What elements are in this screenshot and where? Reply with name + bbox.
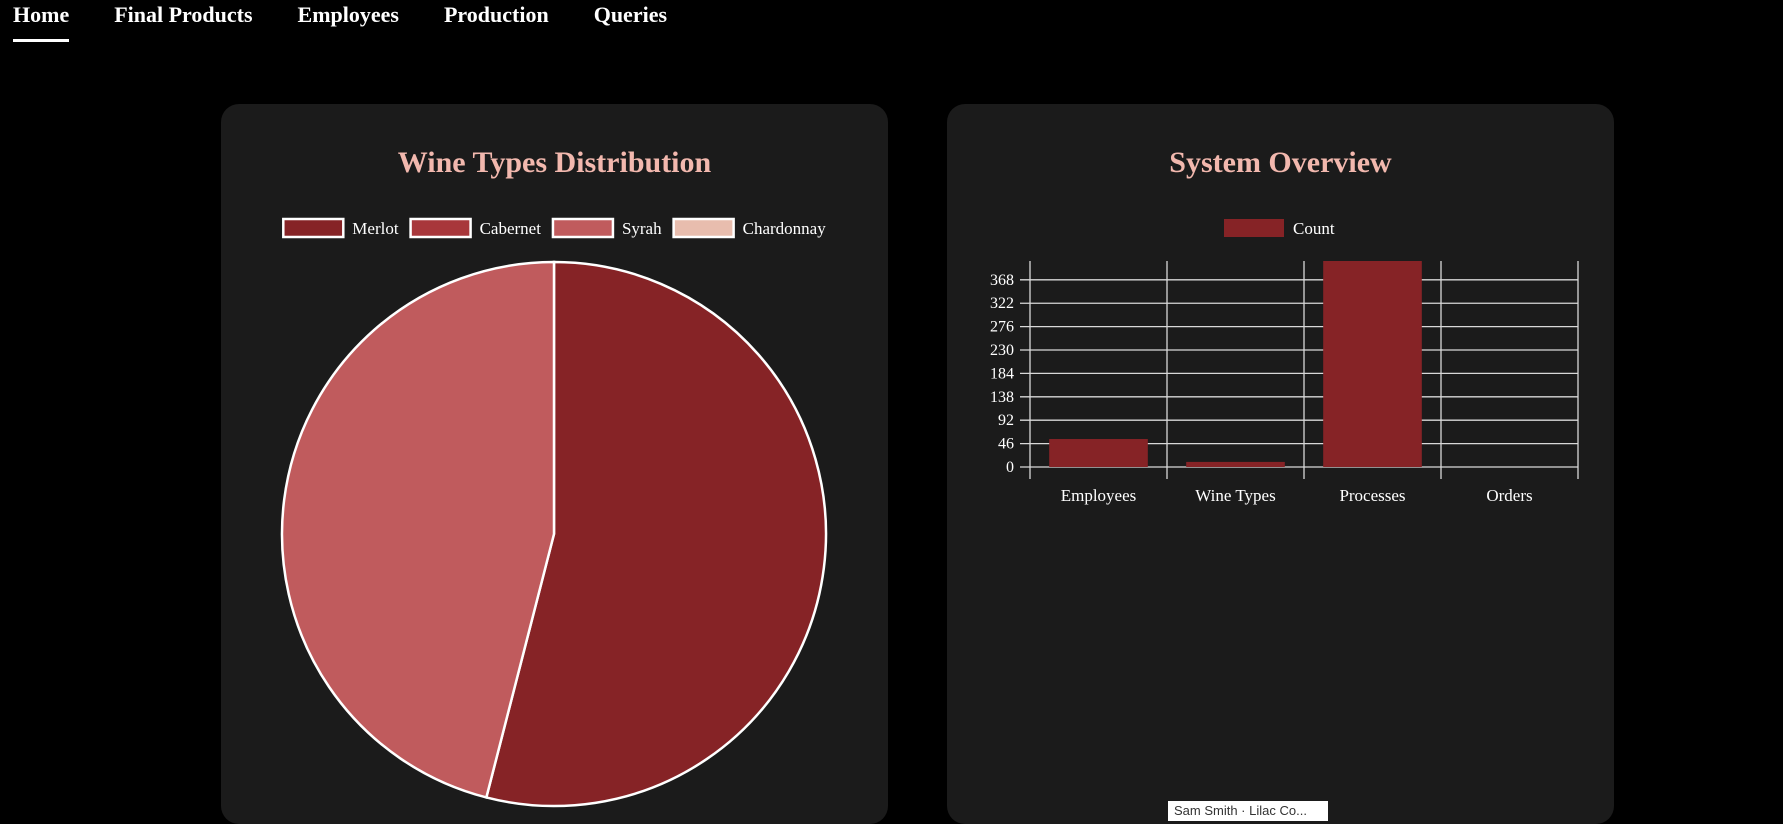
x-tick-label-processes: Processes bbox=[1339, 486, 1405, 505]
hover-tooltip: Sam Smith · Lilac Co... bbox=[1168, 801, 1328, 821]
legend-swatch-count bbox=[1224, 219, 1284, 237]
legend-label-merlot: Merlot bbox=[352, 219, 399, 238]
legend-swatch-cabernet bbox=[409, 217, 472, 239]
legend-swatch-syrah bbox=[551, 217, 615, 239]
bar-processes bbox=[1323, 261, 1422, 467]
bar-employees bbox=[1049, 439, 1148, 467]
wine-types-card: Wine Types Distribution Merlot Cabernet Sy… bbox=[221, 104, 888, 824]
x-tick-label-orders: Orders bbox=[1486, 486, 1532, 505]
bar-wine-types bbox=[1186, 461, 1285, 467]
legend-label-count: Count bbox=[1293, 219, 1335, 238]
legend-label-chardonnay: Chardonnay bbox=[743, 219, 827, 238]
legend-swatch-merlot bbox=[282, 217, 345, 239]
nav-home[interactable]: Home bbox=[13, 0, 70, 42]
y-tick-label: 184 bbox=[990, 365, 1014, 382]
system-overview-card: System Overview Count 0 46 92 138 184 230 276 32… bbox=[947, 104, 1614, 824]
nav-final-products[interactable]: Final Products bbox=[114, 0, 252, 40]
nav-queries[interactable]: Queries bbox=[594, 0, 667, 40]
y-tick-label: 0 bbox=[1006, 459, 1014, 476]
system-overview-bar-chart: Count 0 46 92 138 184 230 276 322 368 Employees Win… bbox=[990, 219, 1579, 505]
x-tick-label-employees: Employees bbox=[1061, 486, 1137, 505]
y-tick-label: 46 bbox=[998, 436, 1014, 453]
y-tick-label: 230 bbox=[990, 342, 1014, 359]
y-tick-label: 322 bbox=[990, 295, 1014, 312]
y-tick-label: 92 bbox=[998, 412, 1014, 429]
nav-production[interactable]: Production bbox=[444, 0, 549, 40]
y-tick-label: 276 bbox=[990, 319, 1014, 336]
legend-label-syrah: Syrah bbox=[622, 219, 662, 238]
main-nav: Home Final Products Employees Production… bbox=[13, 0, 712, 44]
wine-types-pie-chart: Merlot Cabernet Syrah Chardonnay bbox=[280, 217, 828, 808]
legend-label-cabernet: Cabernet bbox=[480, 219, 542, 238]
y-tick-label: 138 bbox=[990, 389, 1014, 406]
legend-swatch-chardonnay bbox=[672, 217, 735, 239]
y-tick-label: 368 bbox=[990, 272, 1014, 289]
nav-employees[interactable]: Employees bbox=[298, 0, 399, 40]
x-tick-label-wine-types: Wine Types bbox=[1195, 486, 1275, 505]
